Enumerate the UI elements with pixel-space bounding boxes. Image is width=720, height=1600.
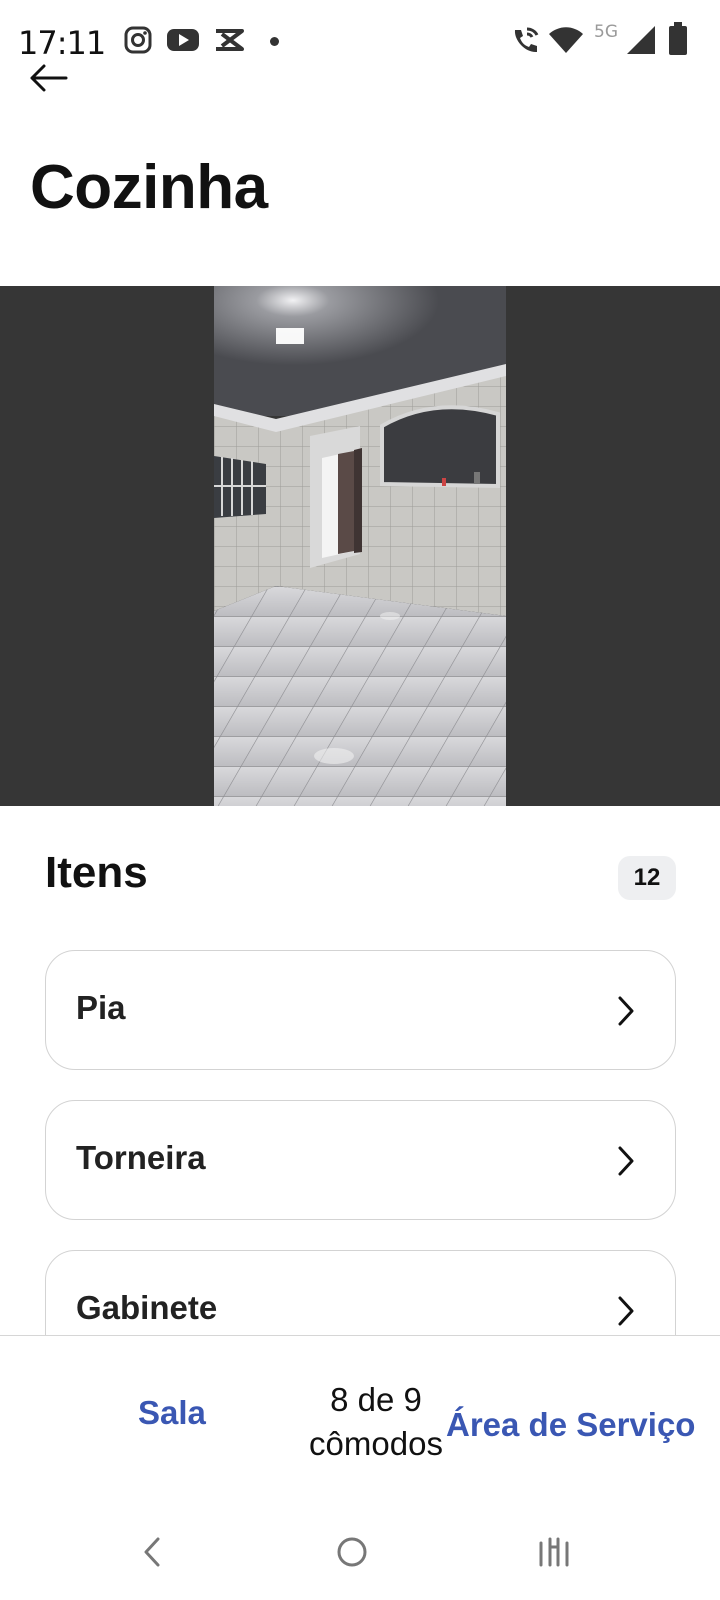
- list-item-label: Pia: [76, 989, 126, 1026]
- chevron-right-icon: [615, 1143, 637, 1179]
- list-item-torneira[interactable]: Torneira: [45, 1100, 676, 1220]
- notification-dot: [270, 37, 279, 46]
- kitchen-room-photo[interactable]: [214, 286, 506, 806]
- list-item-pia[interactable]: Pia: [45, 950, 676, 1070]
- instagram-icon: [124, 26, 152, 59]
- arrow-left-icon: [28, 63, 68, 98]
- signal-icon: [625, 26, 657, 61]
- room-progress-count: 8 de 9: [330, 1381, 422, 1418]
- nav-recents-icon[interactable]: [534, 1532, 574, 1572]
- network-type: 5G: [594, 22, 618, 42]
- chevron-right-icon: [615, 993, 637, 1029]
- nav-home-icon[interactable]: [332, 1532, 372, 1572]
- room-navigation-footer: Sala 8 de 9 cômodos Área de Serviço: [0, 1335, 720, 1485]
- list-item-label: Torneira: [76, 1139, 206, 1176]
- items-list: Pia Torneira Gabinete: [45, 950, 676, 1335]
- previous-room-button[interactable]: Sala: [138, 1394, 206, 1432]
- room-progress-unit: cômodos: [309, 1425, 443, 1462]
- chevron-right-icon: [615, 1293, 637, 1329]
- next-room-button[interactable]: Área de Serviço: [446, 1406, 695, 1444]
- status-time: 17:11: [18, 24, 106, 62]
- wifi-call-icon: [510, 26, 540, 61]
- youtube-icon: [166, 26, 200, 59]
- list-item-gabinete[interactable]: Gabinete: [45, 1250, 676, 1335]
- items-section-title: Itens: [45, 848, 148, 897]
- capcut-icon: [213, 26, 245, 59]
- status-bar: 17:11 5G: [0, 0, 720, 72]
- items-count-badge: 12: [618, 856, 676, 900]
- room-progress: 8 de 9 cômodos: [286, 1378, 466, 1466]
- photo-viewer[interactable]: [0, 286, 720, 806]
- battery-icon: [668, 22, 688, 61]
- nav-back-icon[interactable]: [132, 1532, 172, 1572]
- wifi-icon: [548, 26, 584, 59]
- back-button[interactable]: [28, 60, 76, 100]
- page-title: Cozinha: [30, 153, 268, 222]
- system-navigation-bar: [0, 1500, 720, 1600]
- list-item-label: Gabinete: [76, 1289, 218, 1326]
